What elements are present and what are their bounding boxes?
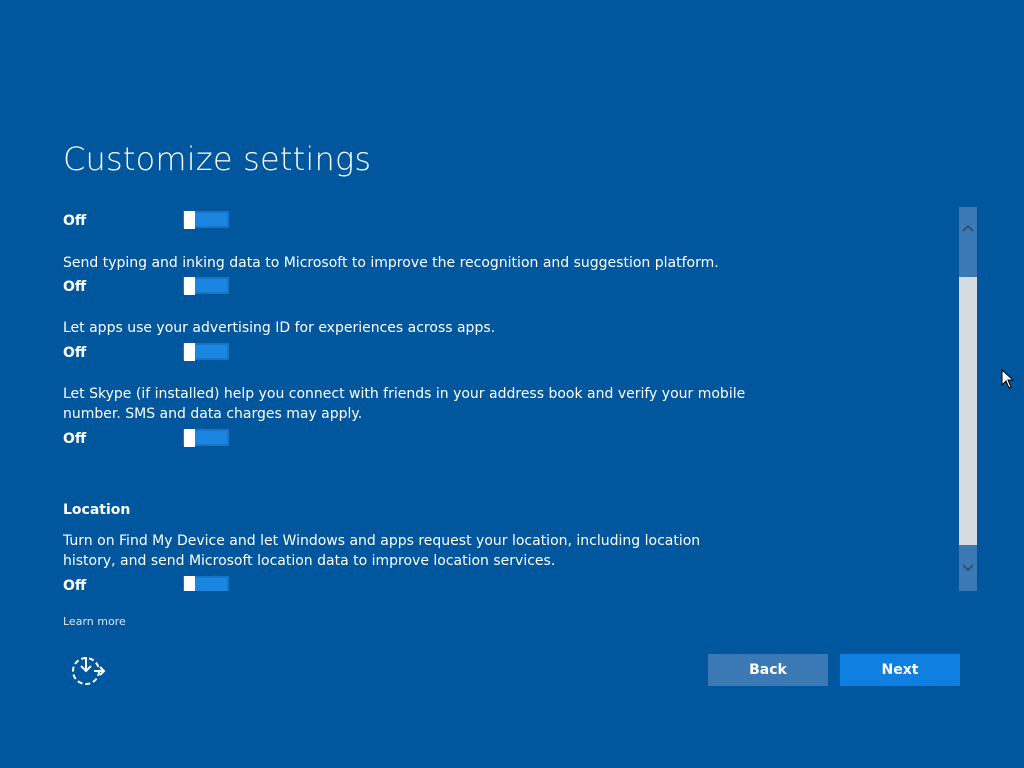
setting-description: Let Skype (if installed) help you connec… (63, 386, 746, 422)
toggle-row: Off (63, 343, 753, 363)
setting-item-advertising-id: Let apps use your advertising ID for exp… (63, 318, 753, 363)
skype-toggle[interactable] (183, 429, 229, 447)
toggle-state-label: Off (63, 279, 87, 295)
setting-item: Off (63, 211, 753, 231)
mouse-pointer-icon (1001, 368, 1015, 389)
setting-item-skype: Let Skype (if installed) help you connec… (63, 384, 753, 449)
chevron-up-icon[interactable] (959, 219, 977, 237)
toggle-row: Off (63, 211, 753, 231)
toggle-knob (184, 277, 195, 295)
back-button[interactable]: Back (708, 654, 828, 686)
setting-description: Send typing and inking data to Microsoft… (63, 255, 719, 271)
vertical-scrollbar[interactable] (959, 207, 977, 591)
toggle-state-label: Off (63, 213, 87, 229)
location-toggle[interactable] (183, 576, 229, 591)
location-heading: Location (63, 502, 131, 518)
customize-settings-page: Customize settings Off Send typing and i… (0, 0, 1024, 768)
ease-of-access-icon[interactable] (70, 655, 106, 687)
typing-inking-toggle[interactable] (183, 277, 229, 295)
setting-description: Let apps use your advertising ID for exp… (63, 320, 496, 336)
setting-item-typing-inking: Send typing and inking data to Microsoft… (63, 253, 753, 297)
setting-description: Turn on Find My Device and let Windows a… (63, 533, 701, 569)
next-button[interactable]: Next (840, 654, 960, 686)
toggle-row: Off (63, 429, 753, 449)
scrollbar-thumb[interactable] (959, 207, 977, 277)
settings-scroll-region[interactable]: Off Send typing and inking data to Micro… (0, 205, 960, 591)
toggle-knob (184, 576, 195, 591)
chevron-down-icon[interactable] (959, 559, 977, 577)
toggle-knob (184, 429, 195, 447)
learn-more-link[interactable]: Learn more (63, 615, 126, 628)
toggle-state-label: Off (63, 345, 87, 361)
toggle-knob (184, 211, 195, 229)
toggle-knob (184, 343, 195, 361)
toggle-row: Off (63, 277, 753, 297)
setting-toggle[interactable] (183, 211, 229, 229)
setting-item-location: Location Turn on Find My Device and let … (63, 500, 753, 591)
toggle-state-label: Off (63, 431, 87, 447)
advertising-id-toggle[interactable] (183, 343, 229, 361)
toggle-row: Off (63, 576, 753, 591)
toggle-state-label: Off (63, 578, 87, 591)
page-title: Customize settings (63, 140, 372, 178)
